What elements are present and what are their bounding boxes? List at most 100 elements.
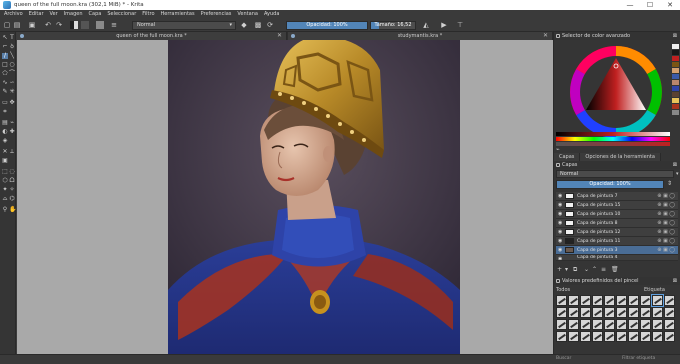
transform-tool-icon[interactable]: ▭ xyxy=(2,100,8,106)
menu-editar[interactable]: Editar xyxy=(29,11,44,17)
color-swatch[interactable] xyxy=(672,80,679,85)
similar-select-tool-icon[interactable]: ✧ xyxy=(9,187,15,193)
move-layer-up-icon[interactable]: ⌃ xyxy=(592,266,597,273)
tab-studymantis[interactable]: studymantis.kra * ✕ xyxy=(288,32,553,40)
freehand-select-tool-icon[interactable]: ᗝ xyxy=(9,178,15,184)
size-slider[interactable]: Tamaño: 16,52 px xyxy=(370,21,416,30)
reload-preset-icon[interactable]: ⟳ xyxy=(266,21,274,29)
color-swatch[interactable] xyxy=(672,98,679,103)
zoom-tool-icon[interactable]: ⚲ xyxy=(2,207,8,213)
brush-preset-tile[interactable] xyxy=(580,307,591,318)
rectangle-tool-icon[interactable]: □ xyxy=(2,62,8,68)
brush-preset-tile[interactable] xyxy=(556,295,567,306)
color-picker-icon[interactable]: ⌁ xyxy=(556,146,560,153)
blend-mode-select[interactable]: Normal ▾ xyxy=(132,21,236,30)
pan-tool-icon[interactable]: ✋ xyxy=(9,207,16,213)
ellipse-tool-icon[interactable]: ○ xyxy=(9,62,15,68)
preset-search-hint[interactable]: Buscar xyxy=(556,356,571,361)
brush-preset-tile[interactable] xyxy=(664,319,675,330)
duplicate-layer-icon[interactable]: ⧉ xyxy=(573,266,577,274)
brush-preset-tile[interactable] xyxy=(604,331,615,342)
layer-flags-icons[interactable]: ⊕ ▣ ◯ xyxy=(657,228,675,237)
layer-row[interactable]: ◉ Capa de pintura 10 ⊕ ▣ ◯ xyxy=(556,210,678,219)
brush-preset-tile[interactable] xyxy=(640,319,651,330)
brush-preset-tile[interactable] xyxy=(592,307,603,318)
layer-row[interactable]: ◉ Capa de pintura 12 ⊕ ▣ ◯ xyxy=(556,228,678,237)
brush-preset-tile[interactable] xyxy=(556,307,567,318)
open-document-icon[interactable]: ▤ xyxy=(13,21,21,29)
layer-dropdown-icon[interactable]: ▾ xyxy=(565,266,568,273)
brush-preset-tile[interactable] xyxy=(640,307,651,318)
shade-selector-hue[interactable] xyxy=(556,137,670,141)
ellipse-select-tool-icon[interactable]: ◌ xyxy=(9,169,15,175)
tab-close-icon[interactable]: ✕ xyxy=(543,32,548,40)
alpha-lock-icon[interactable]: ▩ xyxy=(254,21,262,29)
text-tool-icon[interactable]: T xyxy=(9,35,15,41)
layer-blend-mode-select[interactable]: Normal xyxy=(556,170,674,178)
brush-preset-tile[interactable] xyxy=(628,307,639,318)
tag-filter-hint[interactable]: Filtrar etiqueta xyxy=(622,356,655,361)
layer-flags-icons[interactable]: ⊕ ▣ ◯ xyxy=(657,201,675,210)
brush-preset-tile[interactable] xyxy=(568,307,579,318)
edit-shapes-tool-icon[interactable]: ⌐ xyxy=(2,44,8,50)
brush-preset-tile[interactable] xyxy=(580,295,591,306)
colorize-mask-tool-icon[interactable]: ◐ xyxy=(2,129,8,135)
shade-selector-lightness[interactable] xyxy=(556,132,670,136)
color-swatch[interactable] xyxy=(672,44,679,49)
brush-preset-tile[interactable] xyxy=(568,295,579,306)
visibility-eye-icon[interactable]: ◉ xyxy=(558,220,562,226)
gradient-tool-icon[interactable]: ▤ xyxy=(2,120,8,126)
select-shapes-tool-icon[interactable]: ↖ xyxy=(2,35,8,41)
brush-preset-tile-selected[interactable] xyxy=(651,294,664,307)
dynamic-brush-tool-icon[interactable]: ✎ xyxy=(2,89,8,95)
layer-flags-icons[interactable]: ⊕ ▣ ◯ xyxy=(657,210,675,219)
move-layer-down-icon[interactable]: ⌄ xyxy=(584,266,589,273)
save-icon[interactable]: ▣ xyxy=(28,21,36,29)
gradient-swatch-icon[interactable] xyxy=(70,21,78,29)
menu-archivo[interactable]: Archivo xyxy=(4,11,23,17)
layer-row[interactable]: ◉ Capa de pintura 15 ⊕ ▣ ◯ xyxy=(556,201,678,210)
brush-preset-tile[interactable] xyxy=(556,331,567,342)
visibility-eye-icon[interactable]: ◉ xyxy=(558,256,562,260)
visibility-eye-icon[interactable]: ◉ xyxy=(558,211,562,217)
color-swatch[interactable] xyxy=(672,104,679,109)
maximize-button[interactable]: ☐ xyxy=(640,0,660,10)
contiguous-select-tool-icon[interactable]: ✦ xyxy=(2,187,8,193)
tab-opciones-herramienta[interactable]: Opciones de la herramienta xyxy=(580,153,661,161)
spin-arrows-icon[interactable]: ⇕ xyxy=(667,180,672,187)
menu-preferencias[interactable]: Preferencias xyxy=(201,11,232,17)
dock-lock-icon[interactable] xyxy=(556,34,560,38)
reference-image-tool-icon[interactable]: ▣ xyxy=(2,158,8,164)
color-wheel[interactable] xyxy=(568,44,664,140)
dock-lock-icon[interactable] xyxy=(556,279,560,283)
brush-preset-tile[interactable] xyxy=(616,295,627,306)
brush-preset-tile[interactable] xyxy=(628,331,639,342)
brush-preset-tile[interactable] xyxy=(664,307,675,318)
delete-layer-icon[interactable]: 🗑 xyxy=(611,266,619,273)
painting-queen-portrait[interactable] xyxy=(168,40,460,354)
crop-tool-icon[interactable]: ⌗ xyxy=(2,109,8,115)
mirror-vertical-icon[interactable]: ▶ xyxy=(440,21,448,29)
brush-preset-tile[interactable] xyxy=(580,331,591,342)
menu-filtro[interactable]: Filtro xyxy=(142,11,154,17)
layer-opacity-slider[interactable]: Opacidad: 100% xyxy=(556,180,664,189)
menu-ayuda[interactable]: Ayuda xyxy=(264,11,279,17)
layer-row[interactable]: ◉ Capa de pintura 11 ⊕ ▣ ◯ xyxy=(556,237,678,246)
layer-properties-icon[interactable]: ≡ xyxy=(601,266,606,273)
brush-preset-tile[interactable] xyxy=(592,295,603,306)
preset-tag-button[interactable]: Etiqueta xyxy=(644,287,665,294)
polygon-tool-icon[interactable]: ⬠ xyxy=(2,71,8,77)
filter-icon[interactable]: ▾ xyxy=(676,171,679,177)
new-document-icon[interactable]: ▢ xyxy=(3,21,11,29)
minimize-button[interactable]: — xyxy=(620,0,640,10)
color-swatch[interactable] xyxy=(672,68,679,73)
polygon-select-tool-icon[interactable]: ⬡ xyxy=(2,178,8,184)
color-picker-tool-icon[interactable]: ⌁ xyxy=(9,120,15,126)
dock-close-icon[interactable]: ⊠ xyxy=(673,277,677,285)
assistant-tool-icon[interactable]: ✕ xyxy=(2,149,8,155)
layer-flags-icons[interactable]: ⊕ ▣ ◯ xyxy=(657,192,675,201)
color-swatch[interactable] xyxy=(672,50,679,55)
brush-preset-tile[interactable] xyxy=(652,307,663,318)
undo-icon[interactable]: ↶ xyxy=(44,21,52,29)
freehand-path-tool-icon[interactable]: ∽ xyxy=(9,80,15,86)
